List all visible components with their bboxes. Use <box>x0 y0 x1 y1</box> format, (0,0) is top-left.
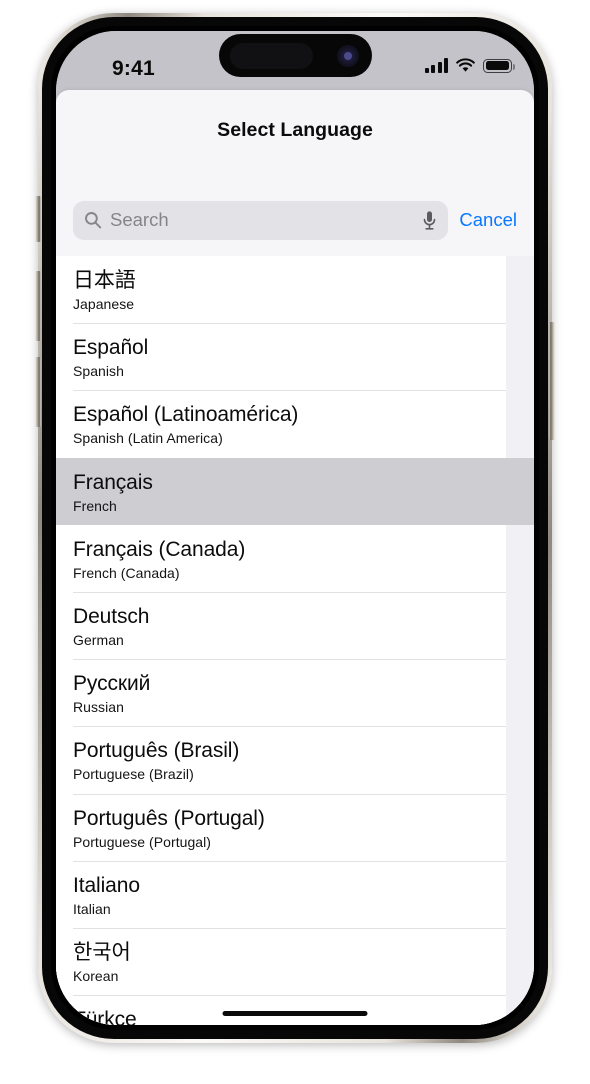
language-native-name: Русский <box>73 672 151 696</box>
battery-full-icon <box>483 58 515 73</box>
language-native-name: Deutsch <box>73 604 150 628</box>
status-bar-indicators <box>424 53 515 73</box>
language-native-name: 한국어 <box>73 940 131 964</box>
wifi-icon <box>456 58 475 72</box>
language-row[interactable]: Español Spanish <box>56 323 506 391</box>
language-row[interactable]: 日本語 Japanese <box>56 256 506 324</box>
search-icon <box>85 212 102 229</box>
face-id-sensor <box>230 43 313 69</box>
phone-screen: 9:41 Select Language Search Cancel 日本語 J… <box>56 31 534 1025</box>
volume-up-button[interactable] <box>35 271 41 341</box>
language-english-name: Russian <box>73 699 124 716</box>
row-separator <box>73 323 506 325</box>
language-row[interactable]: Русский Russian <box>56 659 506 727</box>
language-row[interactable]: 한국어 Korean <box>56 927 506 996</box>
status-bar: 9:41 <box>56 31 534 93</box>
language-native-name: Português (Brasil) <box>73 739 240 763</box>
language-native-name: Español <box>73 336 149 360</box>
language-english-name: Japanese <box>73 296 135 312</box>
language-row[interactable]: Deutsch German <box>56 591 506 660</box>
language-english-name: French <box>73 497 117 514</box>
search-input-placeholder: Search <box>110 210 169 230</box>
language-english-name: Portuguese (Brazil) <box>73 766 194 783</box>
search-bar-row: Search Cancel <box>56 198 534 242</box>
language-english-name: Spanish (Latin America) <box>73 430 223 447</box>
language-english-name: Italian <box>73 900 111 917</box>
row-separator <box>73 995 506 997</box>
row-separator <box>73 927 506 929</box>
status-bar-clock: 9:41 <box>112 57 155 80</box>
front-camera-icon <box>337 45 359 67</box>
signal-bars-icon <box>424 58 448 73</box>
language-native-name: Italiano <box>73 873 140 897</box>
language-native-name: 日本語 <box>73 269 136 292</box>
language-row[interactable]: Português (Portugal) Portuguese (Portugal… <box>56 793 506 861</box>
dynamic-island <box>219 34 372 77</box>
row-separator <box>73 390 506 392</box>
language-native-name: Português (Portugal) <box>73 806 265 830</box>
row-separator <box>73 860 506 862</box>
row-separator <box>73 793 506 795</box>
row-separator <box>73 591 506 593</box>
row-separator <box>73 726 506 728</box>
language-row[interactable]: Français (Canada) French (Canada) <box>56 524 506 592</box>
language-english-name: Korean <box>73 967 119 984</box>
language-english-name: German <box>73 631 124 648</box>
language-list-scroll-area[interactable]: 日本語 Japanese Español Spanish Español (Latino… <box>56 256 534 1025</box>
language-english-name: French (Canada) <box>73 564 180 581</box>
language-english-name: Portuguese (Portugal) <box>73 833 212 850</box>
language-english-name: Spanish <box>73 363 124 380</box>
language-row[interactable]: Français French <box>56 457 534 525</box>
language-row[interactable]: Español (Latinoamérica) Spanish (Latin Am… <box>56 390 506 458</box>
home-indicator[interactable] <box>222 1010 368 1016</box>
language-list: 日本語 Japanese Español Spanish Español (Latino… <box>56 256 534 1025</box>
language-row[interactable]: Português (Brasil) Portuguese (Brazil) <box>56 726 506 794</box>
volume-down-button[interactable] <box>35 357 41 427</box>
cancel-button[interactable]: Cancel <box>458 209 517 231</box>
action-button[interactable] <box>35 196 41 242</box>
language-native-name: Français (Canada) <box>73 537 246 561</box>
row-separator <box>73 659 506 661</box>
language-row[interactable]: Italiano Italian <box>56 860 506 928</box>
power-button[interactable] <box>549 322 555 440</box>
select-language-sheet: Select Language Search Cancel 日本語 Japanes… <box>56 90 534 1025</box>
microphone-icon[interactable] <box>422 210 437 231</box>
language-native-name: Français <box>73 470 153 494</box>
page-title: Select Language <box>217 119 373 141</box>
search-input[interactable]: Search <box>73 200 449 240</box>
language-native-name: Español (Latinoamérica) <box>73 403 299 427</box>
